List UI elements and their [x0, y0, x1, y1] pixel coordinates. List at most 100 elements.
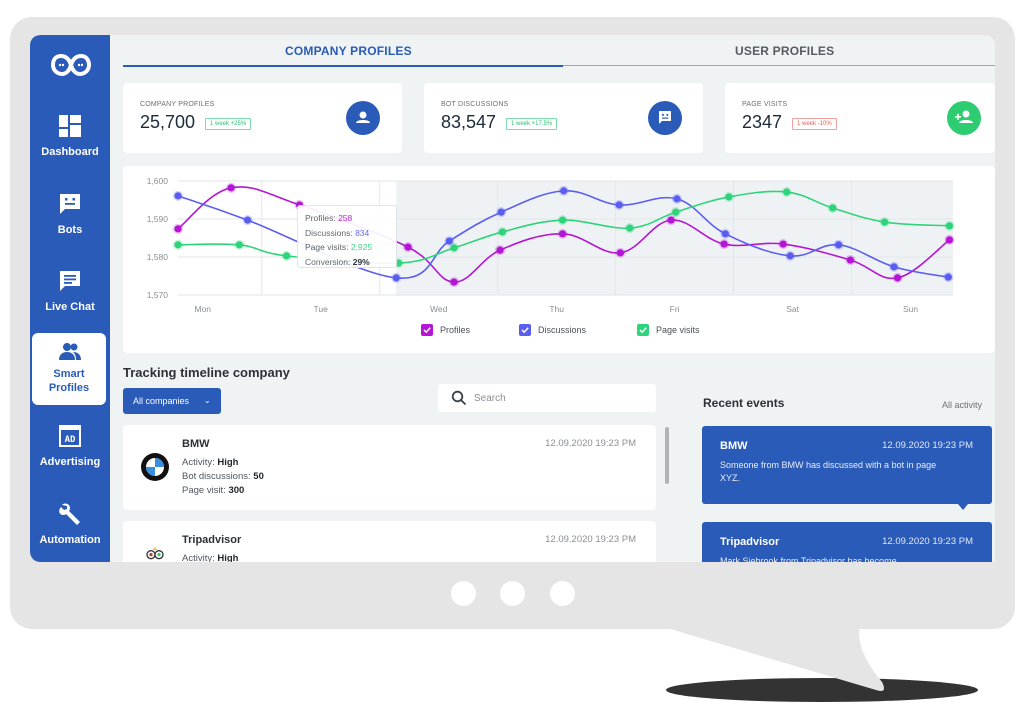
list-item[interactable]: Tripadvisor 12.09.2020 19:23 PM Activity… [123, 521, 656, 562]
dot-2 [500, 581, 525, 606]
data-point-discussions [943, 272, 954, 283]
add-person-icon [955, 110, 973, 123]
search-icon [451, 390, 467, 406]
dropdown-label: All companies [133, 396, 190, 406]
data-point-profiles [172, 223, 184, 234]
data-point-discussions [671, 193, 683, 204]
bot-discussions-line: Bot discussions: 50 [182, 471, 264, 482]
stat-icon-circle [947, 101, 981, 135]
data-point-discussions [888, 261, 900, 272]
line-label: Activity: [182, 553, 218, 562]
data-point-profiles [665, 215, 677, 226]
data-point-page-visits [281, 250, 292, 261]
stat-icon-circle [648, 101, 682, 135]
sidebar-item-advertising[interactable]: AD Advertising [32, 417, 108, 487]
company-name: Tripadvisor [182, 534, 242, 546]
activity-line: Activity: High [182, 553, 238, 562]
sidebar-item-label: Dashboard [41, 146, 99, 158]
y-tick-label: 1,570 [147, 290, 169, 300]
data-point-profiles [494, 245, 506, 256]
data-point-page-visits [557, 215, 568, 226]
data-point-page-visits [172, 239, 184, 250]
tooltip-label: Page visits: [305, 242, 351, 252]
event-card[interactable]: BMW 12.09.2020 19:23 PM Someone from BMW… [702, 426, 992, 510]
tooltip-label: Discussions: [305, 227, 356, 238]
sidebar-item-label: Automation [39, 534, 101, 546]
infinity-chat-logo[interactable] [51, 53, 91, 77]
sidebar-item-bots[interactable]: Bots [32, 185, 108, 255]
list-item[interactable]: BMW 12.09.2020 19:23 PM Activity: High B… [123, 425, 656, 510]
checkbox-checked-icon[interactable] [519, 324, 531, 336]
x-tick-label: Sat [786, 304, 799, 314]
all-activity-link[interactable]: All activity [942, 400, 982, 410]
chevron-down-icon: ⌄ [204, 396, 211, 405]
event-card[interactable]: Tripadvisor 12.09.2020 19:23 PM Mark Sie… [702, 522, 992, 562]
ad-icon: AD [59, 425, 81, 447]
stand-shadow [666, 678, 978, 702]
trend-badge: 1 week -10% [792, 118, 837, 130]
tooltip-value: 29% [352, 256, 370, 267]
stat-card-page-visits: PAGE VISITS 2347 1 week -10% [725, 83, 995, 153]
sidebar-item-smart-profiles[interactable]: Smart Profiles [32, 333, 106, 405]
data-point-discussions [720, 228, 731, 239]
line-label: Bot discussions: [182, 471, 254, 482]
x-tick-label: Sun [903, 304, 918, 314]
sidebar: Dashboard Bots Live Chat Smart Profiles … [30, 35, 110, 562]
dot-3 [550, 581, 575, 606]
line-value: High [217, 553, 239, 562]
company-filter-dropdown[interactable]: All companies ⌄ [123, 388, 221, 414]
data-point-discussions [785, 250, 796, 261]
checkbox-checked-icon[interactable] [421, 324, 433, 336]
sidebar-item-label: Live Chat [45, 301, 95, 313]
stat-title: PAGE VISITS [742, 101, 788, 108]
data-point-profiles [448, 276, 460, 288]
data-point-page-visits [670, 207, 681, 218]
legend-label: Discussions [538, 325, 587, 335]
stat-card-bot-discussions: BOT DISCUSSIONS 83,547 1 week +17.5% [424, 83, 703, 153]
tooltip-row-conversion: Conversion: 29% [305, 255, 389, 270]
line-label: Activity: [182, 457, 218, 468]
wrench-icon [59, 503, 80, 525]
data-point-profiles [719, 238, 730, 250]
stat-value: 83,547 [441, 112, 497, 132]
tab-divider [563, 65, 995, 66]
stat-title: COMPANY PROFILES [140, 101, 215, 108]
stand-neck [660, 626, 884, 691]
x-tick-label: Fri [670, 304, 680, 314]
line-value: 300 [228, 485, 245, 496]
checkbox-checked-icon[interactable] [637, 324, 649, 336]
event-description: Someone from BMW has discussed with a bo… [720, 460, 937, 483]
tab-user-profiles[interactable]: USER PROFILES [735, 44, 834, 58]
y-tick-label: 1,590 [147, 214, 169, 224]
company-timeline-list: BMW 12.09.2020 19:23 PM Activity: High B… [123, 425, 671, 562]
stat-value: 2347 [742, 112, 783, 132]
sidebar-item-automation[interactable]: Automation [32, 495, 108, 562]
data-point-discussions [558, 185, 569, 196]
label-line-2: Profiles [48, 382, 90, 394]
event-timestamp: 12.09.2020 19:23 PM [882, 440, 973, 451]
data-point-page-visits [723, 191, 734, 203]
tooltip-value: 2,925 [350, 242, 373, 252]
search-box [438, 384, 656, 412]
stat-value: 25,700 [140, 112, 196, 132]
stat-icon-circle [346, 101, 380, 135]
sidebar-item-live-chat[interactable]: Live Chat [32, 262, 108, 332]
y-tick-label: 1,600 [147, 176, 169, 186]
activity-chart-card: 1,570 1,580 1,590 1,600 Mon Tue Wed Thu Fri Sat Su… [123, 166, 995, 353]
data-point-profiles [225, 182, 237, 193]
timestamp: 12.09.2020 19:23 PM [545, 438, 636, 449]
search-input[interactable] [474, 389, 644, 407]
data-point-page-visits [827, 202, 838, 214]
list-scrollbar-thumb[interactable] [665, 427, 669, 484]
event-pointer [958, 504, 968, 510]
tripadvisor-logo [146, 547, 164, 560]
live-chat-icon [60, 271, 80, 291]
sidebar-item-dashboard[interactable]: Dashboard [32, 107, 108, 177]
tab-company-profiles[interactable]: COMPANY PROFILES [285, 44, 412, 58]
stat-title: BOT DISCUSSIONS [441, 101, 509, 108]
bmw-logo [141, 453, 169, 481]
page-visit-line: Page visit: 300 [182, 485, 244, 496]
sidebar-item-label: Bots [57, 224, 83, 236]
tooltip-label: Conversion: [305, 256, 353, 267]
sidebar-item-label: Smart Profiles [32, 367, 106, 395]
